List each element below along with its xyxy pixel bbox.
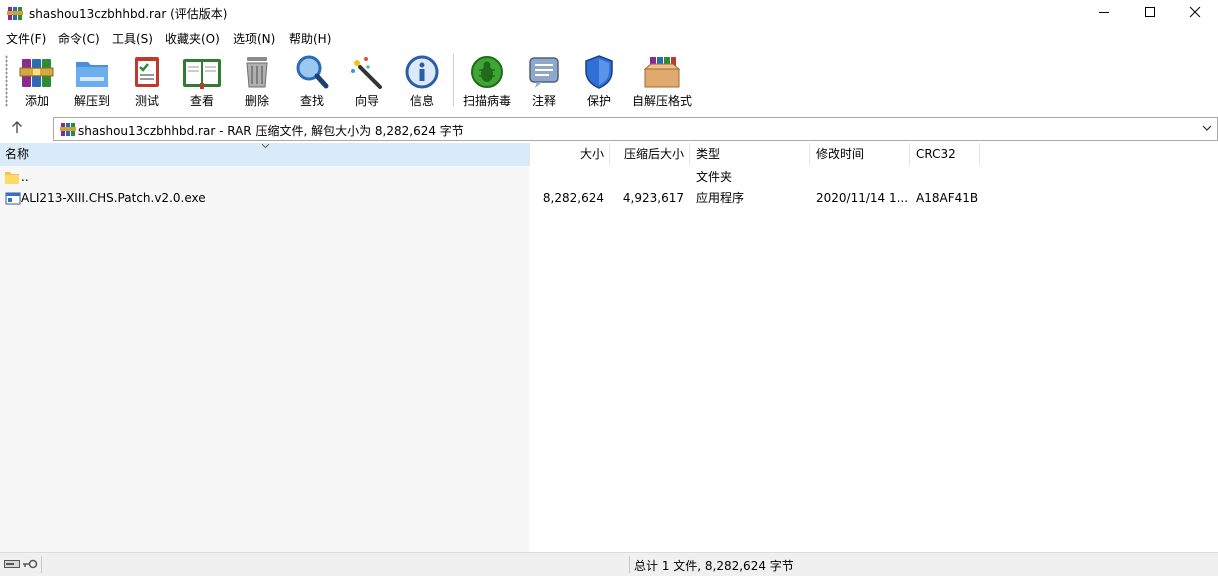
- menu-bar: 文件(F) 命令(C) 工具(S) 收藏夹(O) 选项(N) 帮助(H): [0, 27, 1218, 47]
- column-header-type[interactable]: 类型: [696, 143, 806, 166]
- comment-button[interactable]: 注释: [515, 50, 573, 110]
- sfx-box-icon: [643, 57, 681, 88]
- delete-label: 删除: [244, 94, 269, 108]
- menu-file[interactable]: 文件(F): [6, 30, 46, 47]
- file-size: 8,282,624: [542, 191, 604, 205]
- file-packed-size: 4,923,617: [622, 191, 684, 205]
- view-button[interactable]: 查看: [173, 50, 231, 110]
- shield-icon: [585, 55, 613, 89]
- list-item-parent-folder[interactable]: .. 文件夹: [0, 167, 1218, 188]
- extract-to-button[interactable]: 解压到: [63, 50, 121, 110]
- status-divider: [629, 556, 630, 573]
- toolbar-separator: [453, 54, 454, 106]
- info-button[interactable]: 信息: [393, 50, 451, 110]
- key-icon[interactable]: [22, 558, 38, 570]
- find-button[interactable]: 查找: [283, 50, 341, 110]
- title-bar: shashou13czbhhbd.rar (评估版本): [0, 0, 1218, 25]
- test-button[interactable]: 测试: [118, 50, 176, 110]
- minimize-button[interactable]: [1081, 0, 1127, 25]
- trash-icon: [246, 57, 268, 88]
- scan-virus-button[interactable]: 扫描病毒: [458, 50, 516, 110]
- menu-favorites[interactable]: 收藏夹(O): [165, 30, 220, 47]
- menu-commands[interactable]: 命令(C): [58, 30, 100, 47]
- info-label: 信息: [409, 94, 434, 108]
- window-title: shashou13czbhhbd.rar (评估版本): [29, 7, 228, 21]
- maximize-icon: [1145, 7, 1155, 17]
- chevron-down-icon[interactable]: [1201, 122, 1213, 134]
- view-label: 查看: [189, 94, 214, 108]
- status-divider: [41, 556, 42, 573]
- drive-icon[interactable]: [4, 559, 20, 569]
- add-label: 添加: [24, 94, 49, 108]
- virus-scan-icon: [471, 56, 503, 88]
- add-button[interactable]: 添加: [8, 50, 66, 110]
- add-books-icon: [19, 59, 54, 87]
- folder-icon: [5, 172, 19, 184]
- view-book-icon: [183, 59, 221, 89]
- sort-chevron-icon: [261, 143, 270, 149]
- extract-to-label: 解压到: [73, 94, 110, 108]
- file-crc: A18AF41B: [916, 191, 979, 205]
- magnifier-icon: [296, 55, 329, 89]
- rar-archive-icon: [60, 123, 76, 136]
- column-header-size[interactable]: 大小: [530, 143, 604, 166]
- info-icon: [405, 55, 439, 89]
- winrar-app-icon: [7, 7, 23, 20]
- list-item-file[interactable]: ALI213-XIII.CHS.Patch.v2.0.exe 8,282,624…: [0, 188, 1218, 209]
- menu-options[interactable]: 选项(N): [233, 30, 275, 47]
- address-bar: shashou13czbhhbd.rar - RAR 压缩文件, 解包大小为 8…: [0, 116, 1218, 142]
- menu-help[interactable]: 帮助(H): [289, 30, 331, 47]
- wizard-button[interactable]: 向导: [338, 50, 396, 110]
- column-header-packed[interactable]: 压缩后大小: [610, 143, 684, 166]
- scan-virus-label: 扫描病毒: [462, 94, 511, 108]
- protect-label: 保护: [586, 94, 611, 108]
- column-header-crc[interactable]: CRC32: [916, 143, 978, 166]
- column-separator[interactable]: [809, 143, 810, 166]
- column-header-name[interactable]: 名称: [0, 143, 529, 166]
- close-icon: [1189, 6, 1201, 18]
- menu-tools[interactable]: 工具(S): [112, 30, 153, 47]
- file-type: 应用程序: [696, 191, 745, 205]
- column-separator[interactable]: [689, 143, 690, 166]
- protect-button[interactable]: 保护: [570, 50, 628, 110]
- test-label: 测试: [134, 94, 159, 108]
- comment-label: 注释: [531, 94, 556, 108]
- exe-file-icon: [5, 192, 21, 205]
- test-checklist-icon: [135, 57, 159, 87]
- sfx-label: 自解压格式: [631, 94, 692, 108]
- address-field[interactable]: shashou13czbhhbd.rar - RAR 压缩文件, 解包大小为 8…: [53, 117, 1218, 141]
- up-button[interactable]: [10, 120, 30, 140]
- status-bar: 总计 1 文件, 8,282,624 字节: [0, 552, 1218, 576]
- extract-folder-icon: [76, 62, 108, 87]
- find-label: 查找: [299, 94, 324, 108]
- column-separator[interactable]: [979, 143, 980, 166]
- wizard-wand-icon: [351, 57, 382, 89]
- column-separator[interactable]: [909, 143, 910, 166]
- wizard-label: 向导: [354, 94, 379, 108]
- delete-button[interactable]: 删除: [228, 50, 286, 110]
- minimize-icon: [1099, 12, 1109, 13]
- status-summary: 总计 1 文件, 8,282,624 字节: [634, 559, 794, 573]
- address-text: shashou13czbhhbd.rar - RAR 压缩文件, 解包大小为 8…: [78, 124, 464, 138]
- file-name: ALI213-XIII.CHS.Patch.v2.0.exe: [21, 191, 206, 205]
- column-header-modified[interactable]: 修改时间: [816, 143, 908, 166]
- file-modified: 2020/11/14 1...: [816, 191, 909, 205]
- file-type: 文件夹: [696, 170, 733, 184]
- maximize-button[interactable]: [1127, 0, 1173, 25]
- file-list[interactable]: 名称 大小 压缩后大小 类型 修改时间 CRC32 .. 文件夹 ALI213-…: [0, 143, 1218, 552]
- comment-icon: [529, 57, 559, 88]
- list-header: 名称 大小 压缩后大小 类型 修改时间 CRC32: [0, 143, 1218, 166]
- close-button[interactable]: [1172, 0, 1218, 25]
- sfx-button[interactable]: 自解压格式: [627, 50, 697, 110]
- arrow-up-icon: [12, 121, 22, 133]
- column-header-name-label: 名称: [5, 147, 30, 161]
- file-name: ..: [21, 170, 29, 184]
